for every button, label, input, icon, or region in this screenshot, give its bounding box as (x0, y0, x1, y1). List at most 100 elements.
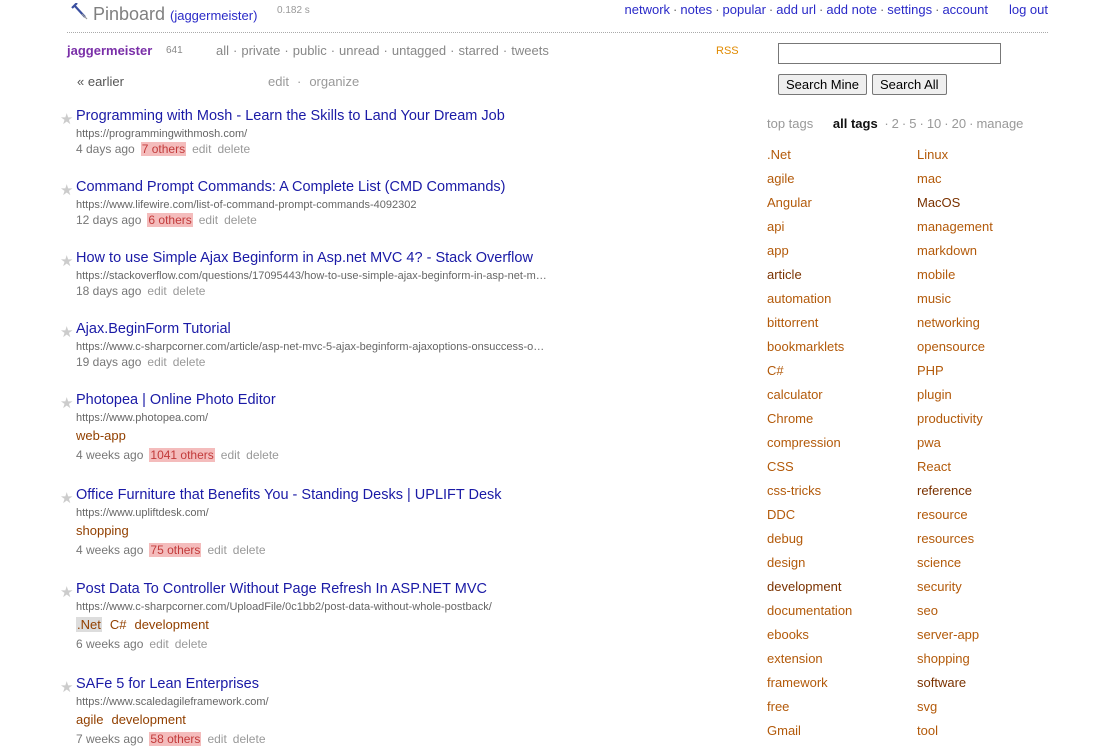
tag-cloud-item[interactable]: MacOS (917, 191, 993, 215)
tag-cloud-item[interactable]: api (767, 215, 852, 239)
tag-cloud-item[interactable]: Angular (767, 191, 852, 215)
search-all-button[interactable]: Search All (872, 74, 947, 95)
earlier-link[interactable]: « earlier (77, 74, 124, 89)
tag-cloud-item[interactable]: bittorrent (767, 311, 852, 335)
delete-link[interactable]: delete (173, 355, 206, 369)
tag-cloud-item[interactable]: ebooks (767, 623, 852, 647)
tag-cloud-item[interactable]: agile (767, 167, 852, 191)
edit-link[interactable]: edit (221, 448, 240, 462)
bookmark-age[interactable]: 4 weeks ago (76, 448, 143, 462)
star-icon[interactable]: ★ (60, 583, 73, 601)
edit-link[interactable]: edit (147, 355, 166, 369)
tag-cloud-item[interactable]: seo (917, 599, 993, 623)
tag-cloud-item[interactable]: shopping (917, 647, 993, 671)
tag-cloud-item[interactable]: PHP (917, 359, 993, 383)
logout-link[interactable]: log out (1009, 2, 1048, 17)
tag-cloud-item[interactable]: app (767, 239, 852, 263)
tag-cloud-item[interactable]: framework (767, 671, 852, 695)
manage-tags-link[interactable]: manage (976, 116, 1023, 131)
star-icon[interactable]: ★ (60, 323, 73, 341)
tag-cloud-item[interactable]: resources (917, 527, 993, 551)
tag-count-20[interactable]: 20 (952, 116, 966, 131)
star-icon[interactable]: ★ (60, 678, 73, 696)
tag-cloud-item[interactable]: security (917, 575, 993, 599)
nav-add-note[interactable]: add note (826, 2, 877, 17)
organize-link[interactable]: organize (309, 74, 359, 89)
tag-cloud-item[interactable]: article (767, 263, 852, 287)
bookmark-tag[interactable]: development (134, 617, 208, 632)
tag-cloud-item[interactable]: bookmarklets (767, 335, 852, 359)
star-icon[interactable]: ★ (60, 489, 73, 507)
edit-link[interactable]: edit (207, 732, 226, 746)
pinboard-logo[interactable]: Pinboard (93, 4, 165, 25)
filter-tweets[interactable]: tweets (511, 43, 549, 58)
bookmark-title[interactable]: Post Data To Controller Without Page Ref… (76, 581, 487, 597)
tag-cloud-item[interactable]: resource (917, 503, 993, 527)
filter-untagged[interactable]: untagged (392, 43, 446, 58)
tag-cloud-item[interactable]: debug (767, 527, 852, 551)
tag-cloud-item[interactable]: css-tricks (767, 479, 852, 503)
star-icon[interactable]: ★ (60, 252, 73, 270)
edit-link[interactable]: edit (207, 543, 226, 557)
star-icon[interactable]: ★ (60, 394, 73, 412)
tag-cloud-item[interactable]: svg (917, 695, 993, 719)
edit-link[interactable]: edit (149, 637, 168, 651)
filter-unread[interactable]: unread (339, 43, 379, 58)
delete-link[interactable]: delete (233, 543, 266, 557)
edit-link[interactable]: edit (199, 213, 218, 227)
tag-cloud-item[interactable]: CSS (767, 455, 852, 479)
tag-cloud-item[interactable]: markdown (917, 239, 993, 263)
delete-link[interactable]: delete (246, 448, 279, 462)
bookmark-title[interactable]: Ajax.BeginForm Tutorial (76, 321, 231, 337)
tag-cloud-item[interactable]: management (917, 215, 993, 239)
tag-cloud-item[interactable]: mac (917, 167, 993, 191)
tag-cloud-item[interactable]: software (917, 671, 993, 695)
bookmark-age[interactable]: 7 weeks ago (76, 732, 143, 746)
tag-cloud-item[interactable]: Linux (917, 143, 993, 167)
nav-add-url[interactable]: add url (776, 2, 816, 17)
nav-notes[interactable]: notes (680, 2, 712, 17)
tag-cloud-item[interactable]: Gmail (767, 719, 852, 743)
tag-cloud-item[interactable]: productivity (917, 407, 993, 431)
tag-cloud-item[interactable]: science (917, 551, 993, 575)
filter-starred[interactable]: starred (458, 43, 498, 58)
top-tags-link[interactable]: top tags (767, 116, 813, 131)
bookmark-age[interactable]: 4 days ago (76, 142, 135, 156)
tag-cloud-item[interactable]: React (917, 455, 993, 479)
tag-cloud-item[interactable]: compression (767, 431, 852, 455)
bookmark-tag[interactable]: .Net (76, 617, 102, 632)
bookmark-title[interactable]: Photopea | Online Photo Editor (76, 392, 276, 408)
tag-cloud-item[interactable]: calculator (767, 383, 852, 407)
tag-count-10[interactable]: 10 (927, 116, 941, 131)
bookmark-title[interactable]: Programming with Mosh - Learn the Skills… (76, 108, 505, 124)
delete-link[interactable]: delete (233, 732, 266, 746)
bookmark-age[interactable]: 4 weeks ago (76, 543, 143, 557)
profile-username[interactable]: jaggermeister (67, 43, 152, 58)
bookmark-tag[interactable]: C# (110, 617, 127, 632)
edit-link[interactable]: edit (147, 284, 166, 298)
nav-popular[interactable]: popular (723, 2, 766, 17)
bookmark-title[interactable]: How to use Simple Ajax Beginform in Asp.… (76, 250, 533, 266)
tag-cloud-item[interactable]: opensource (917, 335, 993, 359)
bookmark-title[interactable]: Office Furniture that Benefits You - Sta… (76, 487, 502, 503)
tag-cloud-item[interactable]: Chrome (767, 407, 852, 431)
star-icon[interactable]: ★ (60, 110, 73, 128)
others-count[interactable]: 6 others (147, 213, 193, 227)
tag-cloud-item[interactable]: documentation (767, 599, 852, 623)
bookmark-tag[interactable]: agile (76, 712, 103, 727)
tag-cloud-item[interactable]: .Net (767, 143, 852, 167)
tag-cloud-item[interactable]: tool (917, 719, 993, 743)
tag-cloud-item[interactable]: pwa (917, 431, 993, 455)
others-count[interactable]: 7 others (140, 142, 187, 156)
user-link[interactable]: (jaggermeister) (170, 8, 257, 23)
tag-count-2[interactable]: 2 (892, 116, 899, 131)
tag-cloud-item[interactable]: development (767, 575, 852, 599)
filter-public[interactable]: public (293, 43, 327, 58)
rss-link[interactable]: RSS (716, 45, 739, 57)
filter-all[interactable]: all (216, 43, 229, 58)
tag-cloud-item[interactable]: server-app (917, 623, 993, 647)
bookmark-tag[interactable]: development (111, 712, 185, 727)
search-input[interactable] (778, 43, 1001, 64)
tag-cloud-item[interactable]: networking (917, 311, 993, 335)
tag-cloud-item[interactable]: C# (767, 359, 852, 383)
